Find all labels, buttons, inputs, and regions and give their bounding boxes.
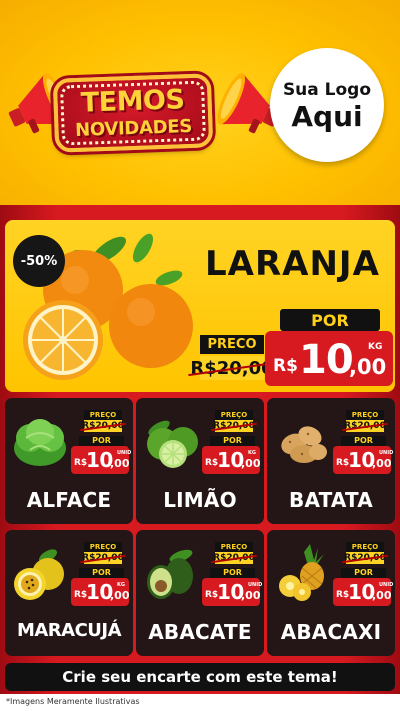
potato-icon	[281, 426, 327, 463]
price-decimal: ,00	[372, 457, 392, 470]
new-price-label: POR	[280, 309, 380, 331]
old-price: R$20,00	[213, 420, 255, 432]
old-price-label: PREÇO	[346, 542, 384, 552]
old-price-value: R$20,00	[344, 421, 386, 431]
price-integer: 10	[217, 580, 244, 604]
product-card-limao: PREÇO R$20,00 POR R$ 10 ,00 KG LIMÃO	[136, 398, 264, 524]
price-integer: 10	[348, 580, 375, 604]
old-price-label: PREÇO	[84, 542, 122, 552]
old-price: R$20,00	[82, 420, 124, 432]
product-price: R$ 10 ,00 UNID	[333, 446, 394, 474]
old-price-label: PREÇO	[346, 410, 384, 420]
price-decimal: ,00	[349, 355, 387, 379]
price-decimal: ,00	[241, 589, 261, 602]
new-price-label: POR	[210, 436, 255, 446]
header-banner: TEMOS NOVIDADES Sua Logo Aqui	[0, 0, 400, 205]
old-price: R$20,00	[213, 552, 255, 564]
passion-fruit-icon	[14, 549, 64, 600]
logo-text-line1: Sua Logo	[282, 80, 372, 100]
price-unit: UNID	[117, 450, 132, 456]
product-card-batata: PREÇO R$20,00 POR R$ 10 ,00 UNID BATATA	[267, 398, 395, 524]
badge-title: TEMOS	[80, 84, 185, 119]
old-price-label: PREÇO	[215, 410, 253, 420]
new-price-label: POR	[79, 436, 124, 446]
price-integer: 10	[299, 337, 354, 383]
product-name: BATATA	[289, 488, 373, 512]
product-name: LIMÃO	[163, 488, 237, 512]
old-price-label: PREÇO	[84, 410, 122, 420]
price-unit: UNID	[379, 450, 394, 456]
price-unit: UNID	[379, 582, 394, 588]
price-decimal: ,00	[241, 457, 261, 470]
price-decimal: ,00	[110, 457, 130, 470]
product-price: R$ 10 ,00 UNID	[333, 578, 394, 606]
pineapple-icon	[279, 544, 324, 601]
logo-placeholder: Sua Logo Aqui	[270, 48, 384, 162]
old-price-value: R$20,00	[82, 421, 124, 431]
disclaimer-note: *Imagens Meramente Ilustrativas	[6, 697, 140, 706]
old-price-label: PREÇO	[215, 542, 253, 552]
price-currency: R$	[273, 356, 298, 376]
old-price: R$20,00	[344, 420, 386, 432]
old-price-value: R$20,00	[213, 421, 255, 431]
old-price: R$20,00	[344, 552, 386, 564]
product-card-abacaxi: PREÇO R$20,00 POR R$ 10 ,00 UNID ABACAXI	[267, 530, 395, 656]
product-price: R$ 10 ,00 UNID	[202, 578, 263, 606]
product-name: MARACUJÁ	[16, 620, 122, 641]
price-integer: 10	[348, 448, 375, 472]
cta-banner[interactable]: Crie seu encarte com este tema!	[5, 663, 395, 691]
price-decimal: ,00	[372, 589, 392, 602]
price-unit: KG	[117, 582, 125, 588]
product-name: ABACAXI	[280, 620, 382, 644]
discount-badge: -50%	[13, 235, 65, 287]
price-unit: UNID	[248, 582, 263, 588]
product-card-alface: PREÇO R$20,00 POR R$ 10 ,00 UNID ALFACE	[5, 398, 133, 524]
price-integer: 10	[217, 448, 244, 472]
new-price-label: POR	[341, 436, 386, 446]
price-decimal: ,00	[110, 589, 130, 602]
avocado-icon	[147, 549, 193, 599]
price-integer: 10	[86, 448, 113, 472]
old-price-label: PRECO	[200, 335, 264, 354]
old-price-value: R$20,00	[82, 553, 124, 563]
price-integer: 10	[86, 580, 113, 604]
footer: *Imagens Meramente Ilustrativas	[0, 694, 400, 711]
old-price-value: R$20,00	[190, 357, 274, 379]
new-price-label: POR	[79, 568, 124, 578]
new-price-label: POR	[210, 568, 255, 578]
old-price-value: R$20,00	[344, 553, 386, 563]
product-price: R$ 10 ,00 KG	[202, 446, 261, 474]
product-card-maracuja: PREÇO R$20,00 POR R$ 10 ,00 KG MARACUJÁ	[5, 530, 133, 656]
product-price: R$ 10 ,00 KG	[71, 578, 130, 606]
logo-text-line2: Aqui	[291, 100, 363, 133]
lettuce-icon	[14, 419, 66, 466]
featured-price: R$ 10 ,00 KG	[265, 331, 393, 386]
old-price-value: R$20,00	[213, 553, 255, 563]
old-price: R$20,00	[82, 552, 124, 564]
product-price: R$ 10 ,00 UNID	[71, 446, 132, 474]
old-price: R$20,00	[190, 356, 274, 380]
new-price-label: POR	[341, 568, 386, 578]
product-name: ALFACE	[26, 488, 112, 512]
product-name: ABACATE	[148, 620, 252, 644]
price-unit: KG	[368, 342, 383, 352]
news-badge: TEMOS NOVIDADES	[52, 73, 214, 153]
product-card-abacate: PREÇO R$20,00 POR R$ 10 ,00 UNID ABACATE	[136, 530, 264, 656]
lime-icon	[147, 420, 198, 468]
featured-product-name: LARANJA	[205, 244, 380, 284]
price-unit: KG	[248, 450, 256, 456]
